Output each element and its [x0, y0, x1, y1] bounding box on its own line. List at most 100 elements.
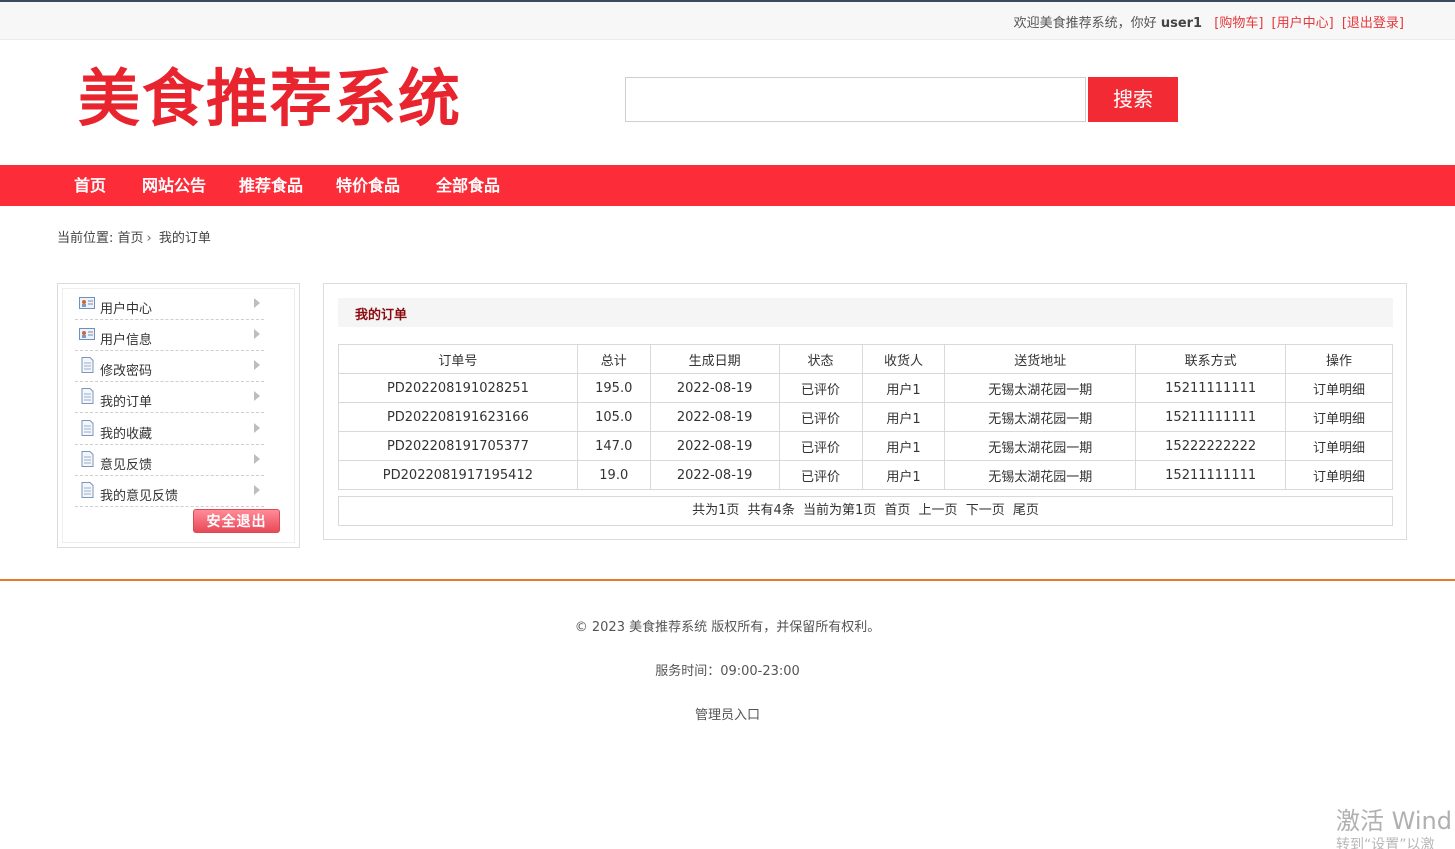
total-cell: 195.0 — [576, 373, 651, 403]
order-number-cell: PD2022081917195412 — [338, 460, 578, 490]
username: user1 — [1160, 16, 1203, 31]
admin-entry-link[interactable]: 管理员入口 — [0, 704, 1455, 723]
welcome-text: 欢迎美食推荐系统，你好 — [1013, 16, 1157, 31]
table-row: PD202208191623166 105.0 2022-08-19 已评价 用… — [338, 402, 1393, 432]
nav-item-recommended[interactable]: 推荐食品 — [239, 165, 303, 206]
phone-cell: 15222222222 — [1135, 431, 1287, 461]
user-center-link[interactable]: [用户中心] — [1272, 16, 1334, 31]
table-row: PD202208191705377 147.0 2022-08-19 已评价 用… — [338, 431, 1393, 461]
chevron-right-icon — [254, 298, 260, 308]
order-detail-link[interactable]: 订单明细 — [1285, 431, 1393, 461]
pager-last-link[interactable]: 尾页 — [1013, 503, 1039, 518]
column-header: 订单号 — [338, 344, 578, 374]
sidebar-item-label: 用户信息 — [100, 333, 153, 348]
date-cell: 2022-08-19 — [649, 460, 780, 490]
table-row: PD2022081917195412 19.0 2022-08-19 已评价 用… — [338, 460, 1393, 490]
sidebar-item-my-feedback[interactable]: 我的意见反馈 — [75, 476, 264, 507]
recipient-cell: 用户1 — [861, 402, 946, 432]
recipient-cell: 用户1 — [861, 373, 946, 403]
document-icon — [81, 420, 94, 436]
document-icon — [81, 482, 94, 498]
breadcrumb-current: 我的订单 — [158, 231, 211, 246]
status-cell: 已评价 — [778, 460, 863, 490]
sidebar-item-label: 我的意见反馈 — [100, 489, 179, 504]
address-cell: 无锡太湖花园一期 — [944, 402, 1137, 432]
sidebar-item-label: 用户中心 — [100, 302, 153, 317]
breadcrumb-home[interactable]: 首页 — [118, 231, 144, 246]
logout-link[interactable]: [退出登录] — [1342, 16, 1404, 31]
pager-first-link[interactable]: 首页 — [884, 503, 910, 518]
column-header: 状态 — [778, 344, 863, 374]
order-number-cell: PD202208191705377 — [338, 431, 578, 461]
document-icon — [81, 451, 94, 467]
sidebar-item-change-password[interactable]: 修改密码 — [75, 351, 264, 382]
sidebar-item-feedback[interactable]: 意见反馈 — [75, 445, 264, 476]
top-bar: 欢迎美食推荐系统，你好 user1 [购物车] [用户中心] [退出登录] — [0, 2, 1455, 40]
document-icon — [81, 357, 94, 373]
sidebar-item-user-center[interactable]: 用户中心 — [75, 289, 264, 320]
nav-item-special-offers[interactable]: 特价食品 — [336, 165, 400, 206]
nav-item-all-foods[interactable]: 全部食品 — [436, 165, 500, 206]
safe-logout-button[interactable]: 安全退出 — [193, 509, 280, 533]
order-number-cell: PD202208191028251 — [338, 373, 578, 403]
order-detail-link[interactable]: 订单明细 — [1285, 373, 1393, 403]
orders-table: 订单号 总计 生成日期 状态 收货人 送货地址 联系方式 操作 PD202208… — [338, 344, 1393, 490]
panel-header: 我的订单 — [338, 298, 1393, 327]
sidebar-item-label: 我的订单 — [100, 395, 153, 410]
total-cell: 147.0 — [576, 431, 651, 461]
column-header: 操作 — [1285, 344, 1393, 374]
pagination: 共为1页 共有4条 当前为第1页 首页 上一页 下一页 尾页 — [338, 496, 1393, 526]
order-detail-link[interactable]: 订单明细 — [1285, 460, 1393, 490]
orders-panel: 我的订单 订单号 总计 生成日期 状态 收货人 送货地址 联系方式 操作 PD2… — [323, 283, 1407, 540]
phone-cell: 15211111111 — [1135, 460, 1287, 490]
sidebar-item-my-orders[interactable]: 我的订单 — [75, 382, 264, 413]
phone-cell: 15211111111 — [1135, 373, 1287, 403]
column-header: 总计 — [576, 344, 651, 374]
chevron-right-icon — [254, 485, 260, 495]
column-header: 生成日期 — [649, 344, 780, 374]
recipient-cell: 用户1 — [861, 431, 946, 461]
table-header-row: 订单号 总计 生成日期 状态 收货人 送货地址 联系方式 操作 — [338, 344, 1393, 374]
address-cell: 无锡太湖花园一期 — [944, 431, 1137, 461]
column-header: 联系方式 — [1135, 344, 1287, 374]
activation-watermark-subtitle: 转到“设置”以激 — [1336, 837, 1435, 849]
date-cell: 2022-08-19 — [649, 431, 780, 461]
id-card-icon — [79, 297, 95, 309]
pager-current-page: 当前为第1页 — [802, 503, 877, 518]
sidebar-item-my-favorites[interactable]: 我的收藏 — [75, 414, 264, 445]
top-bar-user-info: 欢迎美食推荐系统，你好 user1 [购物车] [用户中心] [退出登录] — [1014, 12, 1404, 31]
breadcrumb-prefix: 当前位置: — [57, 231, 114, 246]
chevron-right-icon — [254, 329, 260, 339]
id-card-icon — [79, 328, 95, 340]
column-header: 收货人 — [861, 344, 946, 374]
date-cell: 2022-08-19 — [649, 373, 780, 403]
chevron-right-icon — [254, 423, 260, 433]
pager-total-pages: 共为1页 — [692, 503, 740, 518]
order-detail-link[interactable]: 订单明细 — [1285, 402, 1393, 432]
search-button[interactable]: 搜索 — [1088, 77, 1178, 122]
site-logo[interactable]: 美食推荐系统 — [78, 62, 462, 136]
footer-copyright: © 2023 美食推荐系统 版权所有，并保留所有权利。 — [574, 620, 881, 635]
recipient-cell: 用户1 — [861, 460, 946, 490]
chevron-right-icon — [254, 391, 260, 401]
footer-service-hours: 服务时间：09:00-23:00 — [655, 664, 800, 679]
date-cell: 2022-08-19 — [649, 402, 780, 432]
address-cell: 无锡太湖花园一期 — [944, 460, 1137, 490]
pager-total-items: 共有4条 — [747, 503, 795, 518]
chevron-right-icon — [254, 360, 260, 370]
breadcrumb-separator: › — [146, 231, 152, 246]
column-header: 送货地址 — [944, 344, 1137, 374]
search-input[interactable] — [625, 77, 1086, 122]
sidebar-item-user-info[interactable]: 用户信息 — [75, 320, 264, 351]
sidebar-item-label: 意见反馈 — [100, 458, 153, 473]
total-cell: 105.0 — [576, 402, 651, 432]
cart-link[interactable]: [购物车] — [1214, 16, 1263, 31]
pager-prev-link[interactable]: 上一页 — [919, 503, 958, 518]
status-cell: 已评价 — [778, 373, 863, 403]
chevron-right-icon — [254, 454, 260, 464]
total-cell: 19.0 — [576, 460, 651, 490]
nav-item-home[interactable]: 首页 — [74, 165, 106, 206]
pager-next-link[interactable]: 下一页 — [966, 503, 1005, 518]
nav-item-announcements[interactable]: 网站公告 — [142, 165, 206, 206]
panel-title: 我的订单 — [355, 308, 408, 323]
